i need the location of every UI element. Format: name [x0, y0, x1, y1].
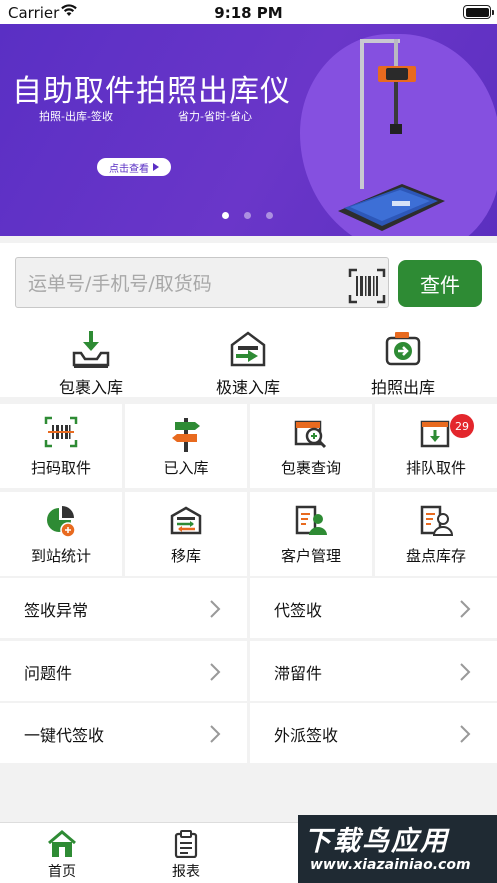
list-item-label: 外派签收	[274, 726, 339, 745]
chevron-right-icon	[460, 663, 471, 681]
grid-item-customers[interactable]: 客户管理	[250, 492, 372, 576]
page-dot[interactable]	[244, 212, 251, 219]
warehouse-move-icon	[170, 506, 202, 535]
kiosk-device-illustration	[338, 39, 445, 231]
chevron-right-icon	[210, 725, 221, 743]
quick-action-label: 拍照出库	[370, 378, 435, 397]
list-item-label: 滞留件	[274, 664, 323, 683]
grid-item-label: 移库	[170, 547, 201, 565]
quick-action-fast-inbound[interactable]: 极速入库	[165, 315, 331, 397]
banner-view-button[interactable]: 点击查看	[97, 158, 171, 176]
search-input[interactable]	[28, 270, 328, 298]
banner-subtitle-right: 省力-省时-省心	[178, 110, 252, 123]
signpost-icon	[172, 418, 200, 452]
list-item-one-click-proxy-sign[interactable]: 一键代签收	[0, 703, 247, 763]
battery-icon	[463, 5, 494, 19]
banner-subtitle-left: 拍照-出库-签收	[39, 110, 113, 123]
queue-pickup-icon	[420, 420, 450, 448]
watermark-title: 下载鸟应用	[304, 826, 449, 857]
queue-count-badge: 29	[450, 414, 474, 438]
tab-home[interactable]: 首页	[0, 823, 124, 883]
play-arrow-icon	[153, 163, 159, 171]
barcode-scan-icon	[44, 416, 78, 448]
grid-item-label: 已入库	[163, 459, 209, 477]
clock: 9:18 PM	[214, 4, 283, 22]
list-item-stranded-parcel[interactable]: 滞留件	[250, 641, 497, 701]
quick-actions: 包裹入库 极速入库 拍照出库	[0, 315, 497, 397]
fast-inbound-icon	[230, 331, 266, 367]
tab-report[interactable]: 报表	[124, 823, 248, 883]
list-item-dispatch-sign[interactable]: 外派签收	[250, 703, 497, 763]
grid-item-inventory[interactable]: 盘点库存	[375, 492, 497, 576]
list-item-label: 签收异常	[24, 601, 89, 620]
grid-item-inbound[interactable]: 已入库	[125, 404, 247, 488]
grid-item-label: 到站统计	[30, 547, 91, 565]
report-icon	[174, 830, 198, 858]
page-indicator	[222, 212, 273, 219]
page-dot[interactable]	[266, 212, 273, 219]
chevron-right-icon	[210, 600, 221, 618]
site-watermark: 下载鸟应用 www.xiazainiao.com	[298, 815, 497, 883]
grid-item-label: 盘点库存	[405, 547, 466, 565]
customer-icon	[295, 505, 327, 535]
list-item-problem-parcel[interactable]: 问题件	[0, 641, 247, 701]
grid-item-label: 扫码取件	[30, 459, 91, 477]
list-item-proxy-sign[interactable]: 代签收	[250, 578, 497, 638]
grid-item-station-stats[interactable]: 到站统计	[0, 492, 122, 576]
list-item-label: 问题件	[24, 664, 73, 683]
quick-action-parcel-inbound[interactable]: 包裹入库	[8, 315, 174, 397]
quick-action-photo-outbound[interactable]: 拍照出库	[320, 315, 486, 397]
banner-title: 自助取件拍照出库仪	[12, 74, 291, 109]
promo-banner[interactable]: 自助取件拍照出库仪 拍照-出库-签收 省力-省时-省心 点击查看	[0, 24, 497, 236]
tab-label: 首页	[48, 864, 76, 880]
grid-item-label: 排队取件	[405, 459, 466, 477]
banner-view-label: 点击查看	[109, 163, 149, 175]
chevron-right-icon	[210, 663, 221, 681]
chevron-right-icon	[460, 725, 471, 743]
parcel-search-icon	[294, 420, 327, 449]
photo-outbound-icon	[385, 332, 421, 366]
search-section: 查件	[0, 243, 497, 315]
list-item-sign-exception[interactable]: 签收异常	[0, 578, 247, 638]
status-bar: Carrier 9:18 PM	[0, 0, 497, 26]
page-dot[interactable]	[222, 212, 229, 219]
tab-label: 报表	[172, 864, 200, 880]
chevron-right-icon	[460, 600, 471, 618]
quick-action-label: 包裹入库	[58, 378, 123, 397]
watermark-url: www.xiazainiao.com	[310, 857, 471, 873]
grid-item-scan-pickup[interactable]: 扫码取件	[0, 404, 122, 488]
quick-action-label: 极速入库	[215, 378, 280, 397]
search-box	[15, 257, 389, 308]
grid-item-parcel-search[interactable]: 包裹查询	[250, 404, 372, 488]
search-button[interactable]: 查件	[398, 260, 482, 307]
home-icon	[48, 830, 76, 857]
grid-item-label: 包裹查询	[280, 459, 341, 477]
inventory-icon	[420, 505, 453, 536]
pie-chart-icon	[47, 506, 76, 538]
list-item-label: 代签收	[274, 601, 323, 620]
list-item-label: 一键代签收	[24, 726, 105, 745]
grid-item-relocate[interactable]: 移库	[125, 492, 247, 576]
feature-grid: 扫码取件 已入库 包裹查询 29 排队取件 到站统计 移库 客户管理 盘点库存	[0, 404, 497, 576]
grid-item-queue-pickup[interactable]: 29 排队取件	[375, 404, 497, 488]
parcel-inbound-icon	[72, 331, 110, 368]
barcode-scan-icon[interactable]	[348, 268, 386, 304]
grid-item-label: 客户管理	[280, 547, 341, 565]
